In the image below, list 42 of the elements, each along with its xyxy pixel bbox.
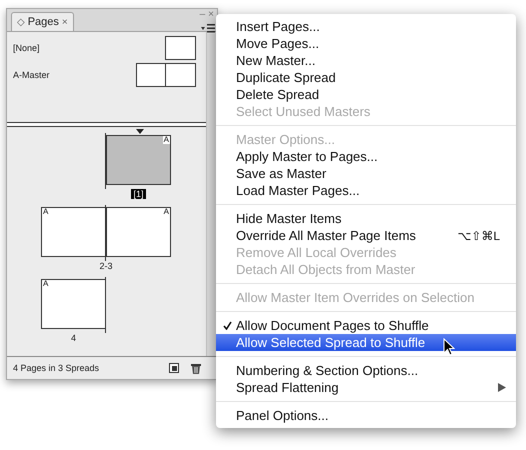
master-page-thumbnail[interactable] (165, 36, 196, 60)
pages-tab[interactable]: ◇ Pages × (11, 12, 74, 31)
page-number: 4 (70, 333, 77, 343)
menu-item[interactable]: Save as Master (216, 165, 516, 182)
page-thumbnail[interactable]: A (41, 207, 106, 257)
page-number: 2-3 (98, 261, 114, 271)
menu-item[interactable]: New Master... (216, 52, 516, 69)
panel-splitter[interactable] (7, 122, 206, 127)
menu-item[interactable]: Delete Spread (216, 86, 516, 103)
tab-label: Pages (28, 16, 59, 28)
menu-item[interactable]: Move Pages... (216, 35, 516, 52)
close-tab-button[interactable]: × (62, 16, 68, 28)
page-thumbnail[interactable]: A (41, 279, 106, 329)
menu-item[interactable]: Allow Selected Spread to Shuffle (216, 334, 516, 351)
new-page-icon[interactable] (169, 363, 179, 373)
master-letter: A (162, 136, 170, 144)
menu-item[interactable]: Duplicate Spread (216, 69, 516, 86)
menu-item[interactable]: Apply Master to Pages... (216, 148, 516, 165)
menu-item[interactable]: Load Master Pages... (216, 182, 516, 199)
master-page-thumbnail[interactable] (136, 63, 167, 87)
menu-item[interactable]: Override All Master Page Items ⌥⇧⌘L (216, 227, 516, 244)
master-name: [None] (13, 43, 40, 53)
menu-item[interactable]: Numbering & Section Options... (216, 362, 516, 379)
master-letter: A (42, 280, 50, 288)
master-page-thumbnail[interactable] (165, 63, 196, 87)
master-name: A-Master (13, 70, 50, 80)
page-thumbnail[interactable]: A (106, 135, 171, 185)
page-thumbnail[interactable]: A (106, 207, 171, 257)
menu-item[interactable]: Insert Pages... (216, 18, 516, 35)
page-number: [1] (131, 189, 146, 199)
tab-icon: ◇ (17, 16, 25, 28)
menu-item[interactable]: Hide Master Items (216, 210, 516, 227)
scrollbar[interactable] (206, 32, 217, 356)
menu-item[interactable]: Spread Flattening (216, 379, 516, 396)
master-letter: A (42, 208, 50, 216)
master-letter: A (162, 208, 170, 216)
menu-item[interactable]: Allow Document Pages to Shuffle (216, 317, 516, 334)
cursor-icon (443, 338, 455, 356)
shortcut-text: ⌥⇧⌘L (457, 228, 500, 242)
trash-icon[interactable] (191, 362, 201, 374)
status-text: 4 Pages in 3 Spreads (13, 363, 100, 373)
menu-item[interactable]: Panel Options... (216, 407, 516, 424)
